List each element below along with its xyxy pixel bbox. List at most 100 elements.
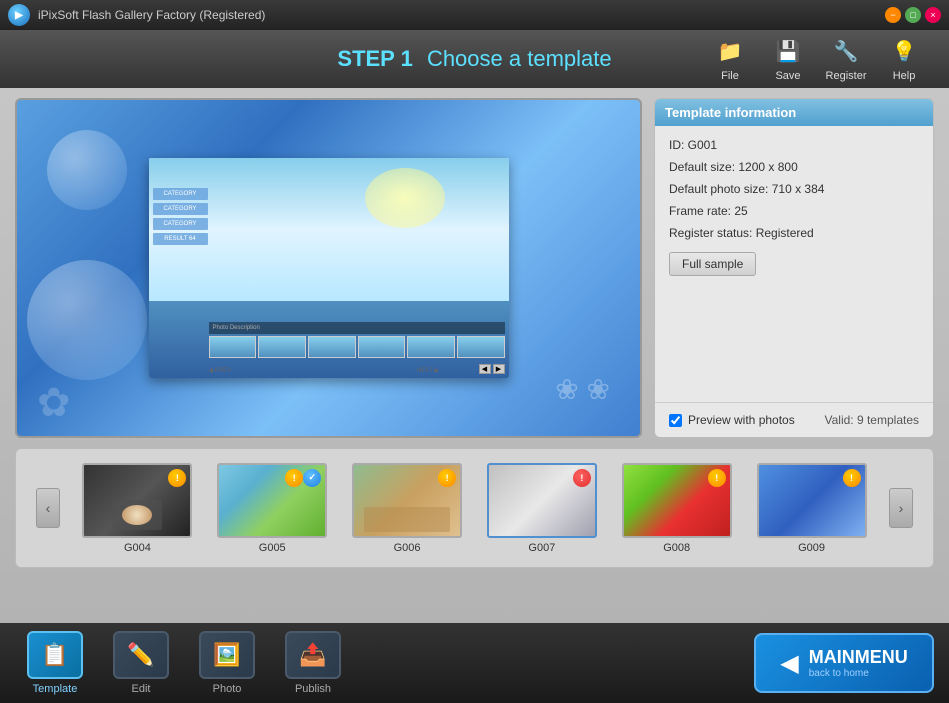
preview-thumb-6 [457,336,505,358]
tab-publish-icon-wrapper: 📤 [285,631,341,679]
preview-thumb-3 [308,336,356,358]
mainmenu-label: MAINMENU [809,647,908,668]
thumbnail-g004[interactable]: ! G004 [82,463,192,554]
info-footer: Preview with photos Valid: 9 templates [655,402,933,437]
thumb-prev-button[interactable]: ‹ [36,488,60,528]
thumb-badge-g009: ! [843,469,861,487]
preview-thumbs [209,336,505,358]
app-icon: ▶ [8,4,30,26]
help-label: Help [893,70,916,82]
help-button[interactable]: 💡 Help [879,37,929,82]
tab-template-icon: 📋 [41,642,68,668]
thumb-img-g006: ! [352,463,462,538]
tab-photo-icon: 🖼️ [213,642,240,668]
step-subtitle: Choose a template [427,46,612,71]
tab-edit-icon: ✏️ [127,642,154,668]
tab-photo[interactable]: 🖼️ Photo [187,631,267,695]
tab-publish[interactable]: 📤 Publish [273,631,353,695]
thumb-badge-g006: ! [438,469,456,487]
app-title: iPixSoft Flash Gallery Factory (Register… [38,8,265,22]
preview-with-photos-label[interactable]: Preview with photos [669,413,795,427]
content-area: CATEGORY CATEGORY CATEGORY RESULT 64 [0,88,949,623]
save-icon: 💾 [770,37,806,67]
file-button[interactable]: 📁 File [705,37,755,82]
upper-section: CATEGORY CATEGORY CATEGORY RESULT 64 [15,98,934,438]
preview-with-photos-checkbox[interactable] [669,414,682,427]
toolbar: STEP 1 Choose a template 📁 File 💾 Save 🔧… [0,30,949,88]
help-icon: 💡 [886,37,922,67]
maximize-button[interactable]: □ [905,7,921,23]
sidebar-cat1: CATEGORY [153,188,208,200]
tab-publish-label: Publish [295,683,331,695]
tab-template-icon-wrapper: 📋 [27,631,83,679]
template-preview-inner: CATEGORY CATEGORY CATEGORY RESULT 64 [149,158,509,378]
sidebar-cat2: CATEGORY [153,203,208,215]
step-number: STEP 1 [337,46,412,71]
full-sample-button[interactable]: Full sample [669,252,756,276]
orb-decoration-2 [27,260,147,380]
info-body: ID: G001 Default size: 1200 x 800 Defaul… [655,126,933,402]
info-header: Template information [655,99,933,126]
thumb-badge-g004: ! [168,469,186,487]
main-container: STEP 1 Choose a template 📁 File 💾 Save 🔧… [0,30,949,703]
toolbar-buttons: 📁 File 💾 Save 🔧 Register 💡 Help [705,37,929,82]
tab-edit-label: Edit [132,683,151,695]
mainmenu-sublabel: back to home [809,668,908,679]
preview-sidebar: CATEGORY CATEGORY CATEGORY RESULT 64 [153,188,208,245]
register-status: Register status: Registered [669,226,919,240]
thumbnail-g008[interactable]: ! G008 [622,463,732,554]
mainmenu-button[interactable]: ◀ MAINMENU back to home [754,633,934,693]
thumb-label-g008: G008 [663,542,690,554]
thumbnail-g007[interactable]: ! G007 [487,463,597,554]
tab-template-label: Template [33,683,78,695]
photo-description-bar: Photo Description [209,322,505,334]
file-label: File [721,70,739,82]
thumb-sofa [364,507,450,532]
thumb-label-g009: G009 [798,542,825,554]
titlebar: ▶ iPixSoft Flash Gallery Factory (Regist… [0,0,949,30]
save-label: Save [775,70,800,82]
thumb-badge-g005: ✓ [303,469,321,487]
thumb-next-button[interactable]: › [889,488,913,528]
window-controls: − □ × [885,7,941,23]
thumbnail-g009[interactable]: ! G009 [757,463,867,554]
thumbnail-g006[interactable]: ! G006 [352,463,462,554]
bottom-bar: 📋 Template ✏️ Edit 🖼️ Photo [0,623,949,703]
file-icon: 📁 [712,37,748,67]
thumb-img-g004: ! [82,463,192,538]
tab-template[interactable]: 📋 Template [15,631,95,695]
preview-thumb-5 [407,336,455,358]
close-button[interactable]: × [925,7,941,23]
thumbnail-g005[interactable]: ✓ ! G005 [217,463,327,554]
thumb-img-g008: ! [622,463,732,538]
preview-nav: ◀ PREVNEXT ▶ [209,367,440,374]
playback-controls: ◀ ▶ [479,364,505,374]
tab-edit-icon-wrapper: ✏️ [113,631,169,679]
thumb-img-g007: ! [487,463,597,538]
tab-publish-icon: 📤 [299,642,326,668]
sidebar-result: RESULT 64 [153,233,208,245]
preview-thumb-2 [258,336,306,358]
register-icon: 🔧 [828,37,864,67]
register-button[interactable]: 🔧 Register [821,37,871,82]
info-panel: Template information ID: G001 Default si… [654,98,934,438]
orb-decoration [47,130,127,210]
preview-panel: CATEGORY CATEGORY CATEGORY RESULT 64 [15,98,642,438]
thumb-label-g004: G004 [124,542,151,554]
save-button[interactable]: 💾 Save [763,37,813,82]
thumbnails-section: ‹ ! G004 ✓ ! [15,448,934,568]
sidebar-cat3: CATEGORY [153,218,208,230]
mainmenu-text: MAINMENU back to home [809,647,908,679]
valid-templates-text: Valid: 9 templates [825,413,920,427]
thumb-img-g005: ✓ ! [217,463,327,538]
thumb-img-g009: ! [757,463,867,538]
step-title: STEP 1 Choose a template [337,46,611,72]
register-label: Register [826,70,867,82]
thumbs-container: ! G004 ✓ ! G005 [60,463,889,554]
preview-thumb-1 [209,336,257,358]
minimize-button[interactable]: − [885,7,901,23]
tab-edit[interactable]: ✏️ Edit [101,631,181,695]
thumb-content-g004 [112,500,162,530]
thumb-label-g005: G005 [259,542,286,554]
thumb-label-g007: G007 [528,542,555,554]
